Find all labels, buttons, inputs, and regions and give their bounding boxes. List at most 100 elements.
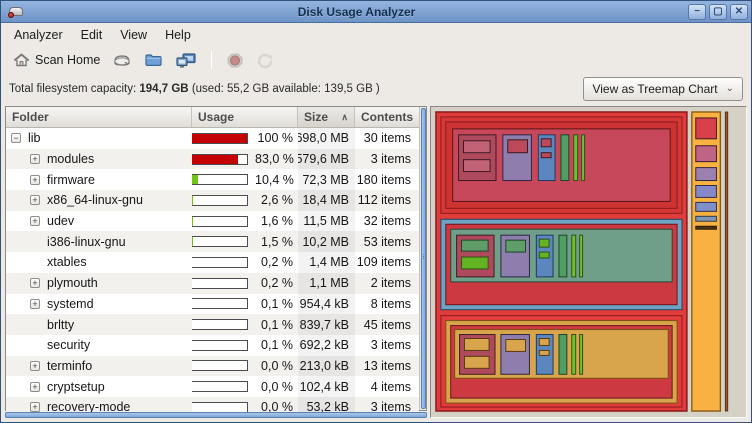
expander-icon[interactable]: +: [30, 278, 40, 288]
expander-icon[interactable]: +: [30, 216, 40, 226]
menu-edit[interactable]: Edit: [72, 25, 112, 45]
contents-value: 3 items: [355, 335, 419, 356]
expander-icon[interactable]: +: [30, 402, 40, 412]
usage-percent: 1,6 %: [255, 214, 293, 228]
folder-name: udev: [47, 214, 74, 228]
size-value: 1,4 MB: [298, 252, 355, 273]
usage-bar: [192, 216, 248, 227]
table-row[interactable]: xtables 0,2 % 1,4 MB 109 items: [6, 252, 419, 273]
usage-percent: 100 %: [255, 131, 293, 145]
folder-name: terminfo: [47, 359, 92, 373]
table-header: Folder Usage Size ∧ Contents: [6, 107, 419, 128]
folder-name: x86_64-linux-gnu: [47, 193, 143, 207]
folder-name: brltty: [47, 318, 74, 332]
maximize-button-icon[interactable]: ▢: [709, 4, 727, 20]
scan-remote-icon: [175, 52, 197, 69]
horizontal-scrollbar-thumb[interactable]: [5, 412, 427, 418]
usage-bar: [192, 381, 248, 392]
folder-name: systemd: [47, 297, 94, 311]
table-row[interactable]: i386-linux-gnu 1,5 % 10,2 MB 53 items: [6, 231, 419, 252]
table-row[interactable]: + x86_64-linux-gnu 2,6 % 18,4 MB 112 ite…: [6, 190, 419, 211]
contents-value: 112 items: [355, 190, 419, 211]
horizontal-scrollbar[interactable]: [5, 412, 427, 418]
table-row[interactable]: + systemd 0,1 % 954,4 kB 8 items: [6, 294, 419, 315]
scan-home-label: Scan Home: [35, 53, 100, 67]
contents-value: 109 items: [355, 252, 419, 273]
usage-bar-fill: [192, 237, 193, 246]
contents-value: 4 items: [355, 376, 419, 397]
size-value: 839,7 kB: [298, 314, 355, 335]
menu-help[interactable]: Help: [156, 25, 200, 45]
treemap-panel: [430, 106, 747, 418]
folder-name: plymouth: [47, 276, 98, 290]
folder-name: security: [47, 338, 90, 352]
toolbar-separator: [211, 51, 212, 69]
usage-bar: [192, 133, 248, 144]
stop-button[interactable]: [222, 50, 248, 71]
folder-name: firmware: [47, 173, 95, 187]
usage-percent: 0,0 %: [255, 380, 293, 394]
table-row[interactable]: + plymouth 0,2 % 1,1 MB 2 items: [6, 273, 419, 294]
usage-bar: [192, 340, 248, 351]
usage-percent: 0,0 %: [255, 359, 293, 373]
size-value: 579,6 MB: [298, 149, 355, 170]
minimize-button-icon[interactable]: −: [688, 4, 706, 20]
size-value: 692,2 kB: [298, 335, 355, 356]
expander-icon[interactable]: +: [30, 382, 40, 392]
usage-bar-fill: [192, 217, 193, 226]
treemap-chart[interactable]: [433, 109, 744, 415]
usage-bar-fill: [192, 134, 247, 143]
usage-bar: [192, 298, 248, 309]
scan-remote-button[interactable]: [171, 50, 201, 71]
scan-folder-button[interactable]: [140, 50, 167, 70]
home-icon: [13, 52, 30, 68]
expander-icon[interactable]: +: [30, 154, 40, 164]
usage-bar: [192, 257, 248, 268]
table-row[interactable]: + terminfo 0,0 % 213,0 kB 13 items: [6, 356, 419, 377]
column-header-contents[interactable]: Contents: [355, 107, 419, 127]
close-button-icon[interactable]: ✕: [730, 4, 748, 20]
table-row[interactable]: + udev 1,6 % 11,5 MB 32 items: [6, 211, 419, 232]
view-mode-dropdown[interactable]: View as Treemap Chart ⌄: [583, 77, 743, 101]
size-value: 1,1 MB: [298, 273, 355, 294]
size-value: 18,4 MB: [298, 190, 355, 211]
scan-filesystem-button[interactable]: [108, 50, 136, 70]
vertical-scrollbar-thumb[interactable]: [421, 108, 426, 409]
status-row: Total filesystem capacity: 194,7 GB (use…: [1, 73, 751, 104]
vertical-scrollbar[interactable]: [419, 107, 426, 410]
menu-analyzer[interactable]: Analyzer: [5, 25, 72, 45]
column-header-size[interactable]: Size ∧: [298, 107, 355, 127]
refresh-button[interactable]: [252, 50, 278, 71]
contents-value: 30 items: [355, 128, 419, 149]
column-header-usage[interactable]: Usage: [192, 107, 298, 127]
table-row[interactable]: security 0,1 % 692,2 kB 3 items: [6, 335, 419, 356]
usage-percent: 1,5 %: [255, 235, 293, 249]
expander-icon[interactable]: +: [30, 299, 40, 309]
expander-icon[interactable]: +: [30, 175, 40, 185]
expander-icon[interactable]: +: [30, 361, 40, 371]
usage-bar: [192, 174, 248, 185]
column-header-folder[interactable]: Folder: [6, 107, 192, 127]
expander-icon[interactable]: −: [11, 133, 21, 143]
table-row[interactable]: + modules 83,0 % 579,6 MB 3 items: [6, 149, 419, 170]
usage-percent: 0,2 %: [255, 255, 293, 269]
sort-ascending-icon: ∧: [337, 112, 348, 123]
usage-percent: 2,6 %: [255, 193, 293, 207]
contents-value: 13 items: [355, 356, 419, 377]
scan-home-button[interactable]: Scan Home: [9, 50, 104, 70]
size-value: 11,5 MB: [298, 211, 355, 232]
usage-percent: 10,4 %: [255, 173, 293, 187]
contents-value: 53 items: [355, 231, 419, 252]
contents-value: 2 items: [355, 273, 419, 294]
capacity-total: 194,7 GB: [139, 83, 188, 95]
titlebar[interactable]: Disk Usage Analyzer − ▢ ✕: [1, 1, 751, 23]
table-row[interactable]: + firmware 10,4 % 72,3 MB 180 items: [6, 169, 419, 190]
usage-bar-fill: [192, 196, 193, 205]
menu-view[interactable]: View: [111, 25, 156, 45]
table-row[interactable]: + cryptsetup 0,0 % 102,4 kB 4 items: [6, 376, 419, 397]
table-row[interactable]: brltty 0,1 % 839,7 kB 45 items: [6, 314, 419, 335]
folder-table: Folder Usage Size ∧ Contents − lib 100 %…: [6, 107, 419, 410]
table-row[interactable]: − lib 100 % 698,0 MB 30 items: [6, 128, 419, 149]
expander-icon[interactable]: +: [30, 195, 40, 205]
main-content: Folder Usage Size ∧ Contents − lib 100 %…: [1, 104, 751, 422]
